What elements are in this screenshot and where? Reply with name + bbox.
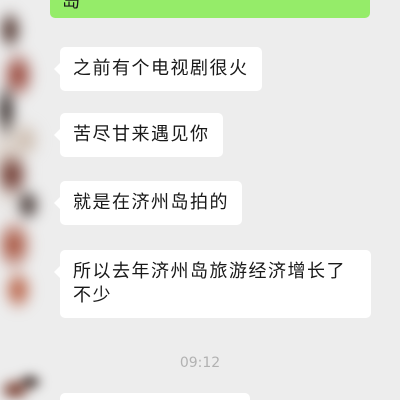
message-text: 就是在济州岛拍的 [73,192,229,213]
chat-message-list[interactable]: 岛 之前有个电视剧很火 苦尽甘来遇见你 就是在济州岛拍的 所以去年济州岛旅游经济… [0,0,400,400]
received-message-bubble[interactable]: 所以去年济州岛旅游经济增长了不少 [54,250,371,318]
received-message-bubble-partial[interactable] [60,393,250,400]
avatar-redacted[interactable] [0,0,50,325]
message-timestamp: 09:12 [179,355,221,371]
received-message-bubble[interactable]: 之前有个电视剧很火 [54,47,262,91]
avatar-redacted-bottom[interactable] [0,372,50,400]
message-text: 所以去年济州岛旅游经济增长了不少 [73,261,346,306]
sent-message-text: 岛 [62,0,80,12]
received-message-bubble[interactable]: 苦尽甘来遇见你 [54,113,223,157]
message-text: 之前有个电视剧很火 [73,58,249,79]
message-text: 苦尽甘来遇见你 [73,124,210,145]
received-message-bubble[interactable]: 就是在济州岛拍的 [54,181,242,225]
sent-message-bubble[interactable]: 岛 [50,0,370,18]
